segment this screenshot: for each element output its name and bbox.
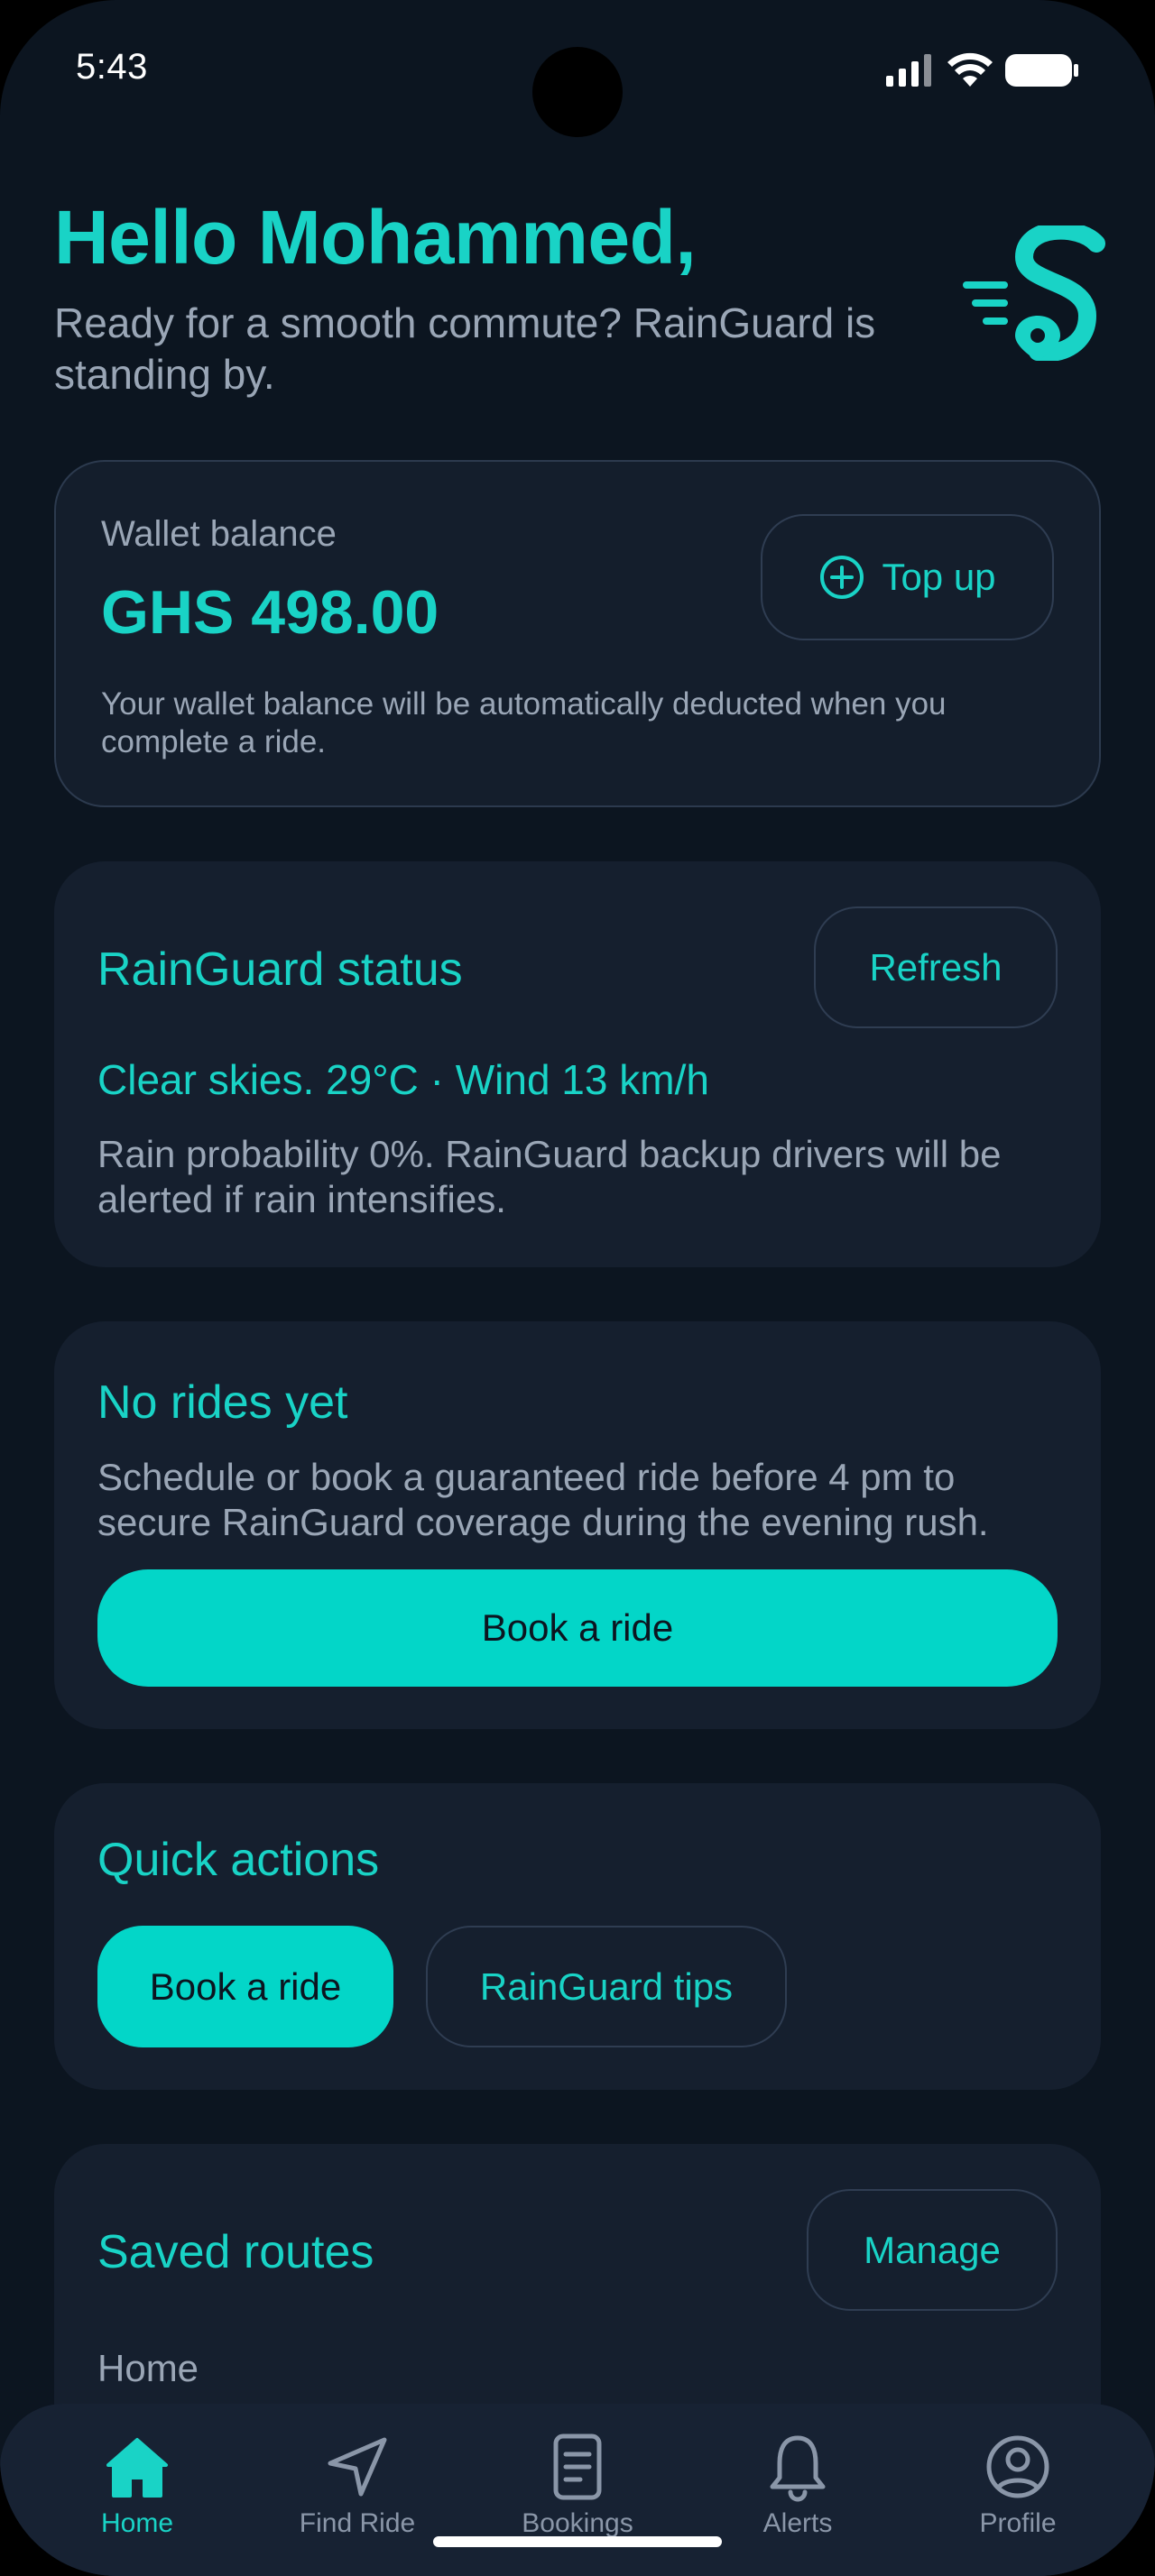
wallet-amount: GHS 498.00 bbox=[101, 578, 439, 647]
wifi-icon bbox=[947, 52, 993, 87]
bottom-tab-bar: Home Find Ride Bookings Alerts Profile bbox=[0, 2404, 1155, 2576]
rain-probability-text: Rain probability 0%. RainGuard backup dr… bbox=[97, 1133, 1002, 1220]
rainguard-status-card: RainGuard status Refresh Clear skies. 29… bbox=[54, 861, 1101, 1267]
saved-routes-title: Saved routes bbox=[97, 2226, 374, 2278]
top-up-label: Top up bbox=[882, 556, 996, 598]
tab-bookings-label: Bookings bbox=[522, 2508, 633, 2538]
tab-home[interactable]: Home bbox=[47, 2404, 227, 2576]
status-icons bbox=[886, 51, 1079, 90]
battery-icon bbox=[1005, 54, 1078, 87]
quick-book-ride-button[interactable]: Book a ride bbox=[97, 1926, 393, 2047]
document-icon bbox=[553, 2433, 602, 2500]
wallet-card: Wallet balance GHS 498.00 Top up Your wa… bbox=[54, 460, 1101, 807]
home-indicator[interactable] bbox=[433, 2536, 722, 2547]
user-circle-icon bbox=[986, 2435, 1049, 2498]
home-icon bbox=[106, 2438, 168, 2498]
tab-alerts[interactable]: Alerts bbox=[707, 2404, 888, 2576]
tab-profile-label: Profile bbox=[979, 2508, 1057, 2538]
tab-profile[interactable]: Profile bbox=[928, 2404, 1108, 2576]
camera-notch bbox=[532, 47, 623, 137]
bell-icon bbox=[770, 2435, 826, 2502]
navigation-arrow-icon bbox=[328, 2437, 387, 2497]
status-time: 5:43 bbox=[76, 47, 148, 87]
quick-actions-title: Quick actions bbox=[97, 1834, 380, 1886]
top-up-button[interactable]: Top up bbox=[761, 514, 1054, 640]
tab-bookings[interactable]: Bookings bbox=[487, 2404, 668, 2576]
tab-home-label: Home bbox=[100, 2508, 174, 2538]
rainguard-tips-button[interactable]: RainGuard tips bbox=[426, 1926, 787, 2047]
plus-circle-icon bbox=[820, 556, 864, 599]
manage-routes-button[interactable]: Manage bbox=[807, 2189, 1058, 2311]
book-ride-button[interactable]: Book a ride bbox=[97, 1569, 1058, 1687]
weather-summary: Clear skies. 29°C · Wind 13 km/h bbox=[97, 1056, 709, 1103]
refresh-button[interactable]: Refresh bbox=[814, 906, 1058, 1028]
tab-alerts-label: Alerts bbox=[762, 2508, 833, 2538]
rainguard-status-title: RainGuard status bbox=[97, 943, 463, 996]
greeting-title: Hello Mohammed, bbox=[54, 195, 697, 280]
rides-title: No rides yet bbox=[97, 1376, 348, 1429]
wallet-label: Wallet balance bbox=[101, 514, 337, 554]
app-logo-icon bbox=[963, 225, 1105, 361]
phone-screen: 5:43 Hello Mohammed, Ready for a smooth … bbox=[0, 0, 1155, 2576]
tab-find-ride-label: Find Ride bbox=[299, 2508, 416, 2538]
tab-find-ride[interactable]: Find Ride bbox=[267, 2404, 448, 2576]
greeting-subtitle: Ready for a smooth commute? RainGuard is… bbox=[54, 299, 876, 398]
rides-description: Schedule or book a guaranteed ride befor… bbox=[97, 1456, 989, 1543]
wallet-note: Your wallet balance will be automaticall… bbox=[101, 686, 947, 759]
quick-actions-card: Quick actions Book a ride RainGuard tips bbox=[54, 1783, 1101, 2090]
signal-icon bbox=[886, 54, 931, 87]
rides-card: No rides yet Schedule or book a guarante… bbox=[54, 1321, 1101, 1729]
saved-route-item[interactable]: Home bbox=[97, 2347, 199, 2390]
